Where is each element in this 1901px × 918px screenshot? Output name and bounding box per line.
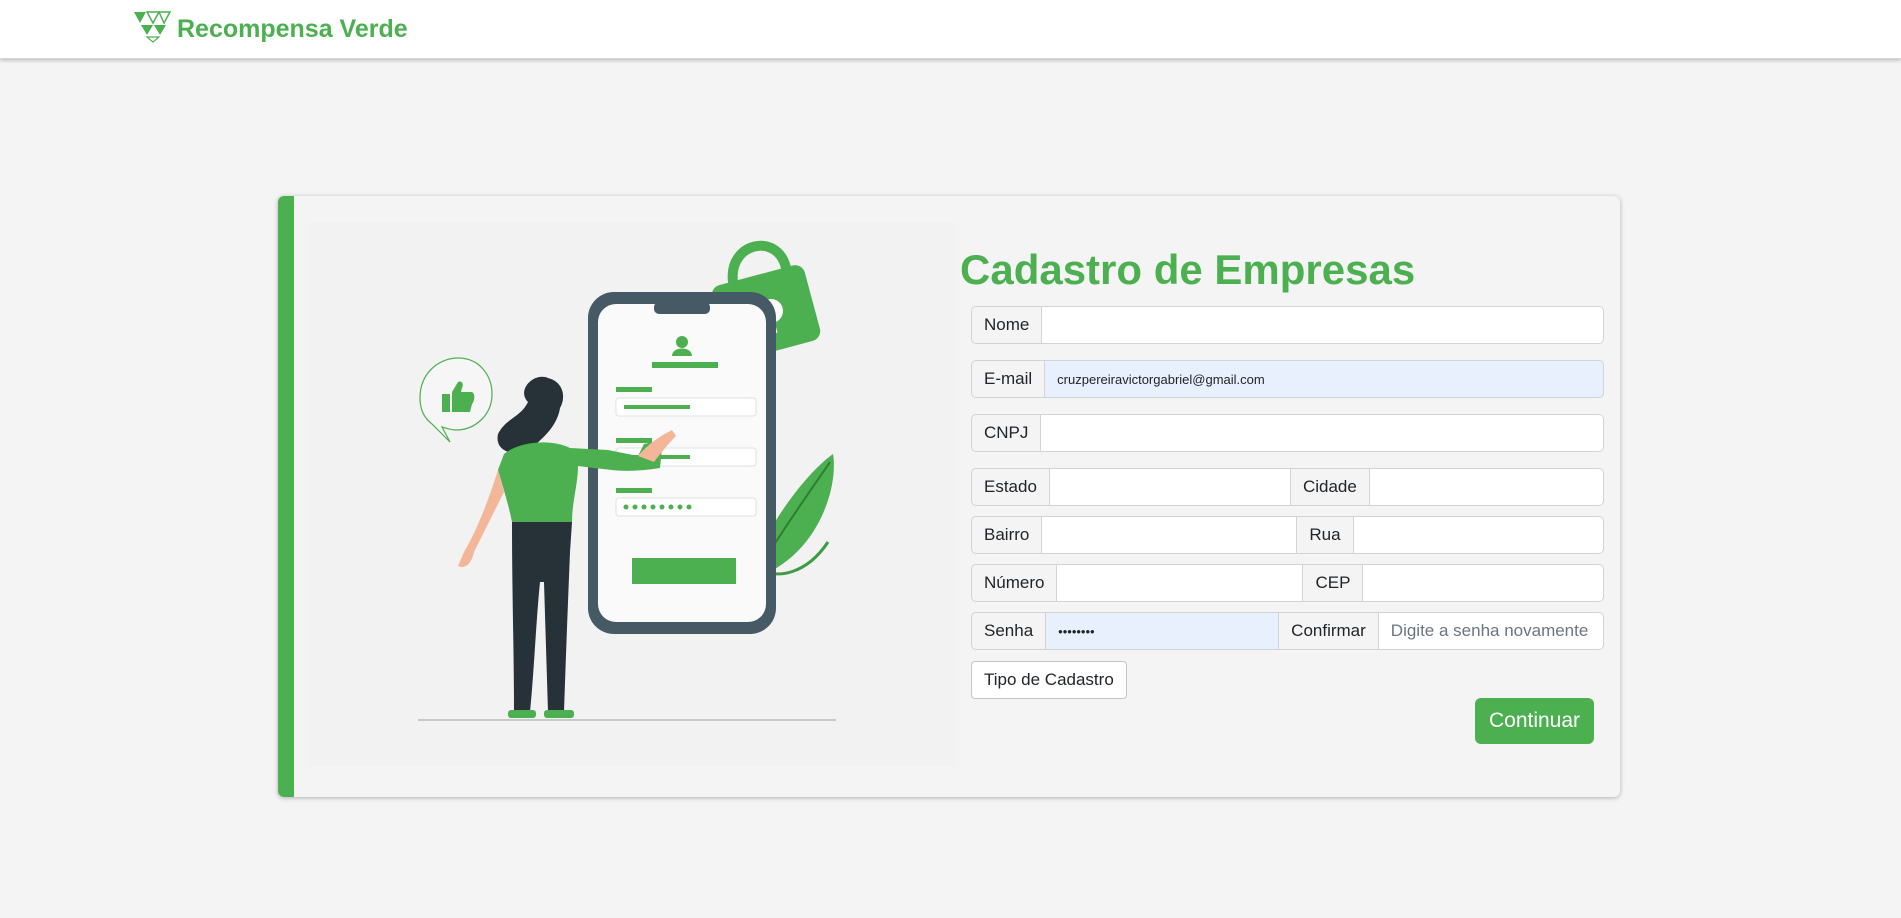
cnpj-label: CNPJ (971, 414, 1042, 452)
senha-confirmar-group: Senha Confirmar (971, 612, 1604, 650)
email-label: E-mail (971, 360, 1046, 398)
rua-label: Rua (1297, 516, 1354, 554)
bairro-rua-group: Bairro Rua (971, 516, 1604, 554)
nome-input[interactable] (1042, 306, 1604, 344)
card-accent-bar (278, 196, 294, 797)
senha-label: Senha (971, 612, 1047, 650)
confirmar-label: Confirmar (1279, 612, 1379, 650)
bairro-input[interactable] (1042, 516, 1298, 554)
brand-name: Recompensa Verde (177, 14, 408, 43)
email-group: E-mail (971, 360, 1604, 398)
signup-phone-illustration (308, 222, 956, 766)
cnpj-group: CNPJ (971, 414, 1604, 452)
rua-input[interactable] (1353, 516, 1604, 554)
signup-card: Cadastro de Empresas Nome E-mail CNPJ Es… (278, 196, 1620, 797)
senha-input[interactable] (1046, 612, 1280, 650)
navbar: Recompensa Verde (0, 0, 1901, 59)
numero-label: Número (971, 564, 1058, 602)
tipo-cadastro-button[interactable]: Tipo de Cadastro (971, 661, 1127, 699)
cidade-input[interactable] (1369, 468, 1604, 506)
bairro-label: Bairro (971, 516, 1043, 554)
brand-link[interactable]: Recompensa Verde (133, 10, 408, 48)
continuar-button[interactable]: Continuar (1475, 698, 1594, 744)
triangles-logo-icon (133, 10, 172, 48)
cep-input[interactable] (1363, 564, 1604, 602)
page-title: Cadastro de Empresas (960, 246, 1416, 293)
numero-input[interactable] (1057, 564, 1304, 602)
cep-label: CEP (1303, 564, 1364, 602)
confirmar-input[interactable] (1378, 612, 1604, 650)
estado-cidade-group: Estado Cidade (971, 468, 1604, 506)
nome-group: Nome (971, 306, 1604, 344)
estado-input[interactable] (1049, 468, 1291, 506)
cnpj-input[interactable] (1041, 414, 1604, 452)
cidade-label: Cidade (1290, 468, 1370, 506)
numero-cep-group: Número CEP (971, 564, 1604, 602)
nome-label: Nome (971, 306, 1043, 344)
email-input[interactable] (1045, 360, 1604, 398)
estado-label: Estado (971, 468, 1050, 506)
